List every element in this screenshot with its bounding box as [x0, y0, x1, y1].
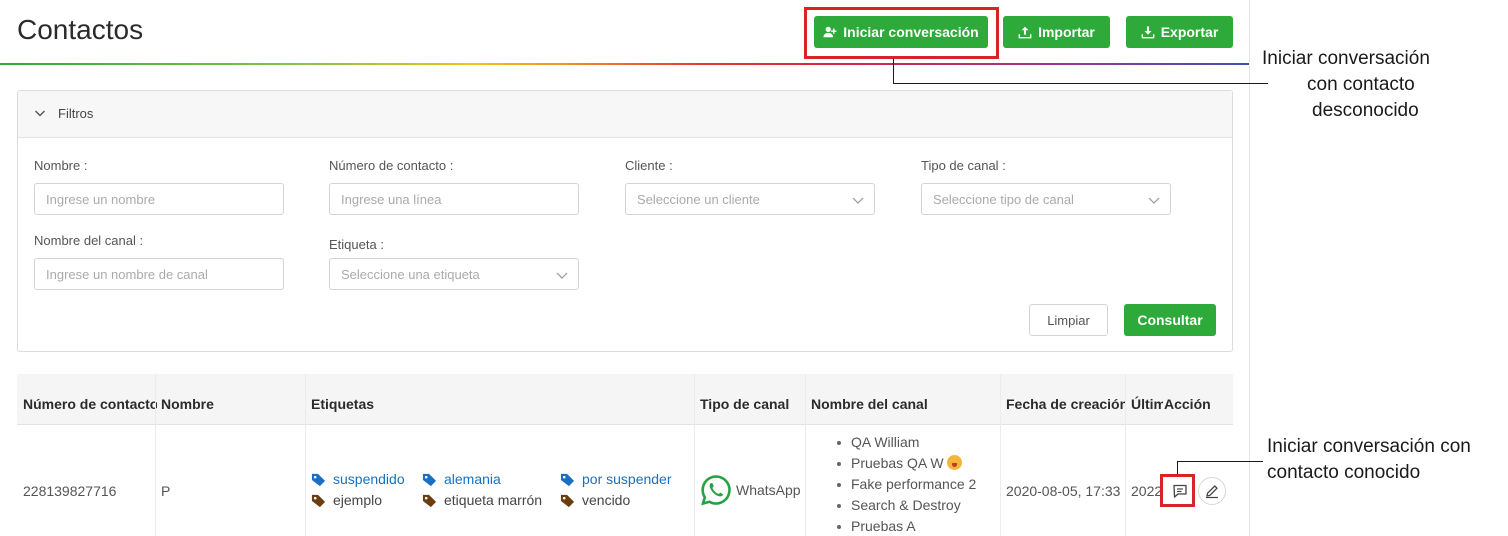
column-divider [155, 374, 156, 536]
import-label: Importar [1038, 24, 1095, 40]
contact-number-input[interactable] [329, 183, 579, 215]
tag-chip[interactable]: vencido [560, 492, 630, 508]
column-divider [694, 374, 695, 536]
column-header-created-at: Fecha de creación [1006, 396, 1126, 412]
annotation-known-contact-line-2: contacto conocido [1267, 462, 1421, 483]
chevron-down-icon [556, 272, 568, 279]
tag-chip[interactable]: por suspender [560, 471, 672, 487]
channel-type-select[interactable]: Seleccione tipo de canal [921, 183, 1171, 215]
tag-chip[interactable]: alemania [422, 471, 501, 487]
page-title: Contactos [17, 14, 144, 45]
callout-line [893, 59, 894, 84]
tag-icon [311, 473, 326, 486]
filters-title: Filtros [58, 106, 94, 121]
column-header-channel-name: Nombre del canal [811, 396, 928, 412]
export-label: Exportar [1160, 24, 1219, 40]
contact-number-label: Número de contacto : [329, 158, 454, 173]
column-header-tags: Etiquetas [311, 396, 375, 412]
tag-chip[interactable]: suspendido [311, 471, 405, 487]
cell-created-at: 2020-08-05, 17:33 [1006, 483, 1121, 499]
annotation-unknown-contact-line-3: desconocido [1312, 100, 1419, 121]
tag-label: suspendido [333, 471, 405, 487]
channel-name-list: QA William Pruebas QA W Fake performance… [834, 432, 976, 536]
callout-line [1177, 461, 1178, 474]
cell-contact-number: 228139827716 [23, 483, 117, 499]
tag-label: ejemplo [333, 492, 383, 508]
column-divider [1125, 374, 1126, 536]
name-label: Nombre : [34, 158, 88, 173]
list-item: Search & Destroy [834, 495, 976, 516]
download-icon [1141, 26, 1155, 39]
tag-select[interactable]: Seleccione una etiqueta [329, 258, 579, 290]
annotation-unknown-contact-line-1: Iniciar conversación [1262, 48, 1430, 69]
whatsapp-icon [701, 475, 731, 506]
tag-label: alemania [444, 471, 501, 487]
tag-icon [560, 494, 575, 507]
column-header-contact-number: Número de contacto [23, 396, 157, 412]
contacts-app: Contactos Iniciar conversación Importar … [0, 0, 1250, 536]
channel-name-label: Nombre del canal : [34, 233, 144, 248]
highlight-start-conversation [804, 7, 999, 59]
cell-name: P [161, 483, 171, 499]
tag-select-placeholder: Seleccione una etiqueta [341, 267, 480, 282]
chevron-down-icon [852, 197, 864, 204]
edit-icon [1206, 485, 1218, 499]
client-select-placeholder: Seleccione un cliente [637, 192, 760, 207]
column-header-name: Nombre [161, 396, 214, 412]
column-divider [805, 374, 806, 536]
tag-icon [422, 473, 437, 486]
column-header-channel-type: Tipo de canal [700, 396, 790, 412]
tag-label: vencido [582, 492, 631, 508]
table-header: Número de contacto Nombre Etiquetas Tipo… [17, 374, 1233, 425]
filters-header[interactable]: Filtros [18, 91, 1232, 138]
channel-name-input[interactable] [34, 258, 284, 290]
channel-type-select-placeholder: Seleccione tipo de canal [933, 192, 1074, 207]
upload-icon [1018, 26, 1032, 39]
callout-line [1177, 461, 1263, 462]
tag-label: Etiqueta : [329, 237, 384, 252]
column-header-action: Acción [1164, 396, 1211, 412]
tag-icon [422, 494, 437, 507]
tag-label: etiqueta marrón [444, 492, 543, 508]
list-item: Fake performance 2 [834, 474, 976, 495]
tag-chip[interactable]: ejemplo [311, 492, 382, 508]
cell-channel-type: WhatsApp [700, 474, 801, 506]
tag-label: por suspender [582, 471, 672, 487]
list-item: QA William [834, 432, 976, 453]
client-select[interactable]: Seleccione un cliente [625, 183, 875, 215]
contacts-table: Número de contacto Nombre Etiquetas Tipo… [17, 374, 1233, 536]
emoji-icon [946, 455, 962, 470]
header-divider [0, 63, 1249, 65]
chevron-down-icon [1148, 197, 1160, 204]
cell-last: 2022 [1131, 483, 1161, 499]
import-button[interactable]: Importar [1003, 16, 1110, 48]
channel-type-label: Tipo de canal : [921, 158, 1006, 173]
channel-type-label: WhatsApp [736, 482, 801, 498]
client-label: Cliente : [625, 158, 673, 173]
edit-button[interactable] [1198, 477, 1226, 505]
submit-button[interactable]: Consultar [1124, 304, 1216, 336]
export-button[interactable]: Exportar [1126, 16, 1233, 48]
annotation-known-contact-line-1: Iniciar conversación con [1267, 436, 1471, 457]
chevron-down-icon[interactable] [34, 107, 46, 119]
callout-line [893, 83, 1268, 84]
annotation-unknown-contact-line-2: con contacto [1307, 74, 1415, 95]
tag-chip[interactable]: etiqueta marrón [422, 492, 542, 508]
column-divider [1000, 374, 1001, 536]
list-item: Pruebas A [834, 516, 976, 536]
highlight-start-chat [1160, 474, 1195, 507]
list-item: Pruebas QA W [834, 453, 976, 474]
column-divider [305, 374, 306, 536]
column-header-last: Últim [1131, 396, 1163, 412]
name-input[interactable] [34, 183, 284, 215]
clear-button[interactable]: Limpiar [1029, 304, 1108, 336]
tag-icon [560, 473, 575, 486]
tag-icon [311, 494, 326, 507]
